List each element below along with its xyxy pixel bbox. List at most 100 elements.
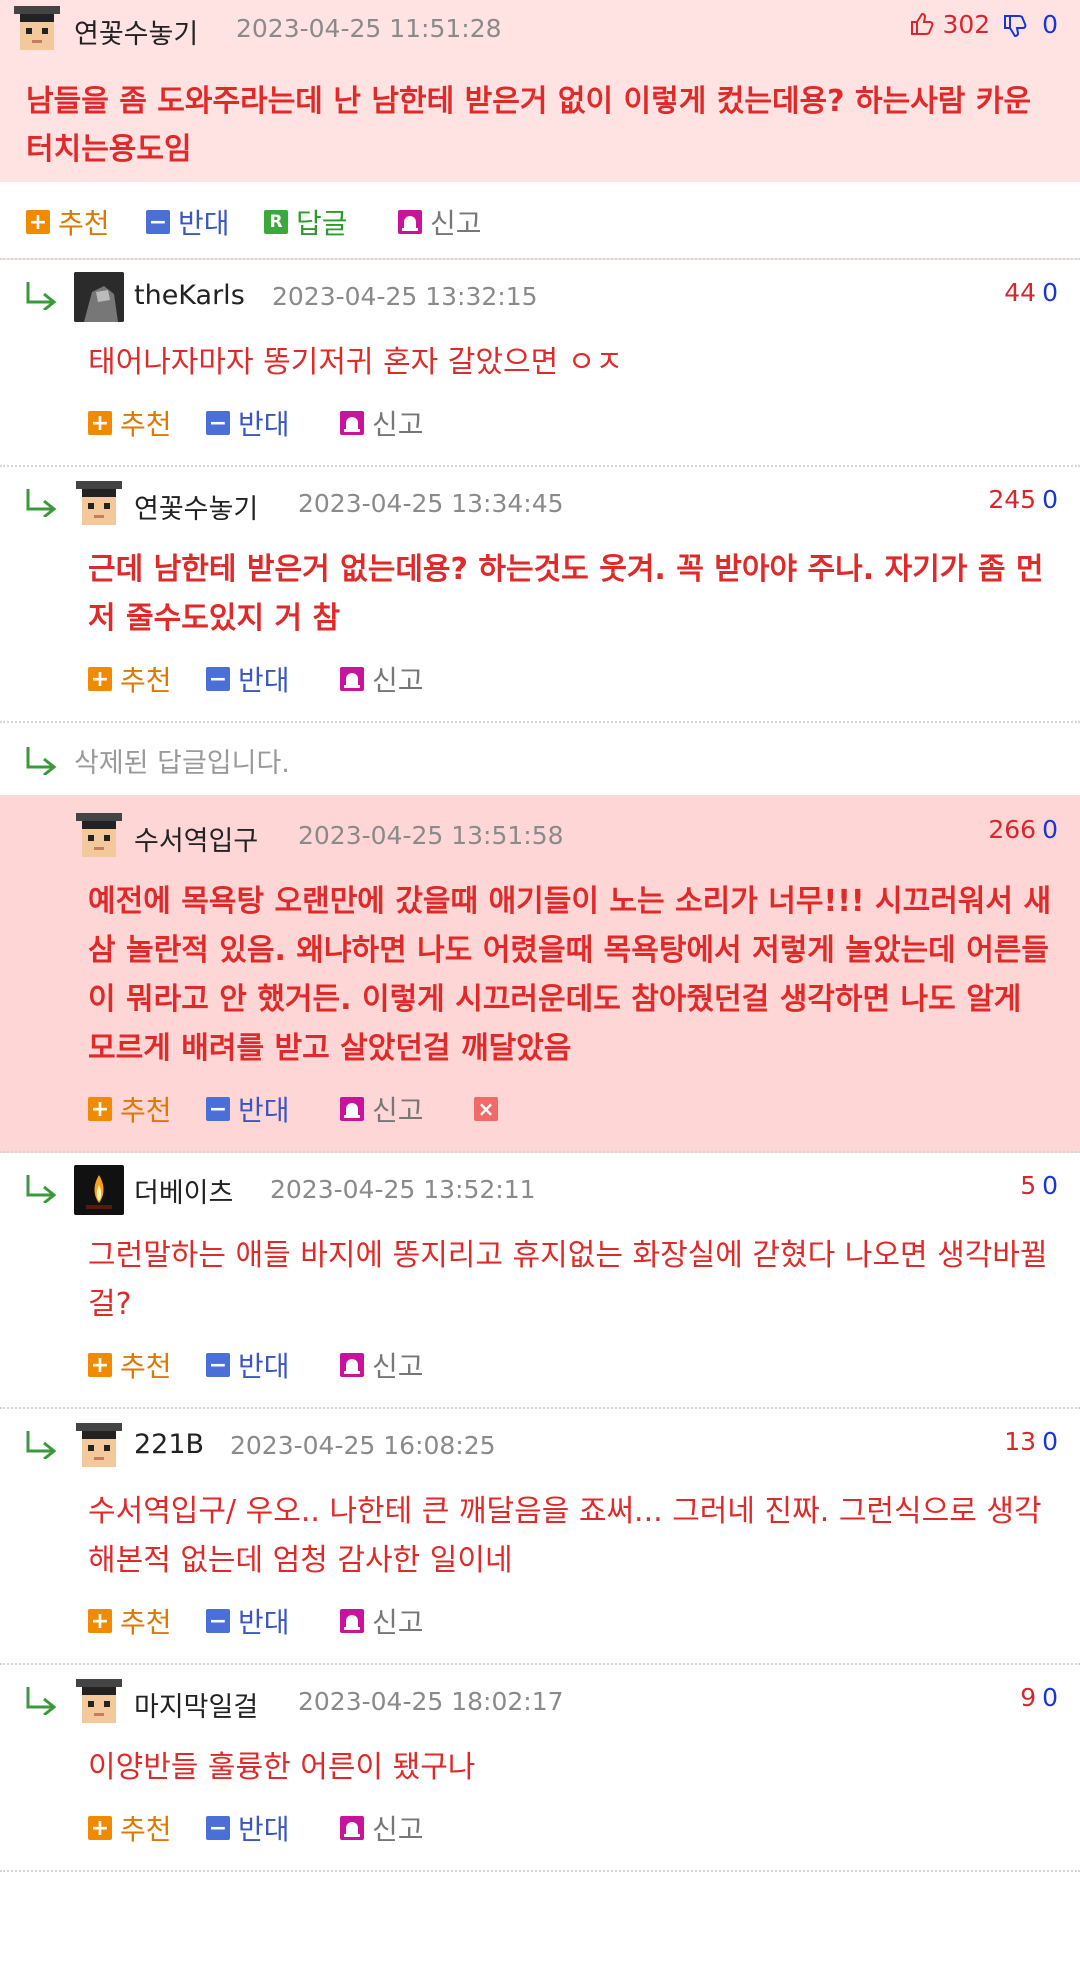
comment-text: 수서역입구/ 우오.. 나한테 큰 깨달음을 죠써... 그러네 진짜. 그런식…: [88, 1494, 1042, 1578]
recommend-button[interactable]: + 추천: [88, 659, 172, 699]
comment-date: 2023-04-25 16:08:25: [230, 1431, 496, 1460]
comment-date: 2023-04-25 13:52:11: [270, 1175, 536, 1204]
reply-button[interactable]: R 답글: [264, 202, 348, 242]
oppose-button[interactable]: − 반대: [206, 1601, 290, 1641]
post-text: 남들을 좀 도와주라는데 난 남한테 받은거 없이 이렇게 컸는데용? 하는사람…: [26, 84, 1032, 167]
comment-text: 그런말하는 애들 바지에 똥지리고 휴지없는 화장실에 갇혔다 나오면 생각바뀔…: [88, 1238, 1048, 1322]
deleted-comment: 삭제된 답글입니다.: [0, 723, 1080, 795]
vote-counts: 245 0: [988, 485, 1058, 514]
avatar[interactable]: [74, 479, 124, 529]
author-name[interactable]: 연꽃수놓기: [134, 487, 258, 526]
oppose-button[interactable]: − 반대: [206, 403, 290, 443]
minus-icon: −: [206, 1609, 230, 1634]
minus-icon: −: [206, 667, 230, 692]
report-button[interactable]: 신고: [340, 403, 424, 443]
report-button[interactable]: 신고: [340, 1808, 424, 1848]
siren-icon: [340, 1097, 364, 1121]
comment-date: 2023-04-25 13:32:15: [272, 282, 538, 311]
comment-text: 예전에 목욕탕 오랜만에 갔을때 애기들이 노는 소리가 너무!!! 시끄러워서…: [88, 884, 1052, 1066]
default-avatar-icon: [76, 1679, 122, 1723]
top-post: 연꽃수놓기 2023-04-25 11:51:28 302 0 남들을 좀 도와…: [0, 0, 1080, 260]
oppose-button[interactable]: − 반대: [206, 1089, 290, 1129]
avatar[interactable]: [12, 4, 62, 54]
plus-icon: +: [26, 210, 50, 235]
author-name[interactable]: 수서역입구: [134, 819, 258, 858]
down-count: 0: [1042, 278, 1058, 307]
vote-counts: 13 0: [1004, 1427, 1058, 1456]
oppose-button[interactable]: − 반대: [206, 1808, 290, 1848]
up-count: 9: [1020, 1683, 1037, 1712]
avatar[interactable]: [74, 1677, 124, 1727]
report-button[interactable]: 신고: [340, 659, 424, 699]
comment-item: 연꽃수놓기 2023-04-25 13:34:45 245 0 근데 남한테 받은…: [0, 467, 1080, 723]
plus-icon: +: [88, 1353, 112, 1378]
avatar[interactable]: [74, 1421, 124, 1471]
comment-item-highlighted: 수서역입구 2023-04-25 13:51:58 266 0 예전에 목욕탕 오…: [0, 795, 1080, 1153]
report-button[interactable]: 신고: [340, 1089, 424, 1129]
reply-arrow-icon: [26, 747, 57, 775]
up-count: 266: [988, 815, 1037, 844]
avatar[interactable]: [74, 811, 124, 861]
comment-item: theKarls 2023-04-25 13:32:15 44 0 태어나자마자 …: [0, 260, 1080, 467]
report-button[interactable]: 신고: [398, 202, 482, 242]
comment-item: 더베이츠 2023-04-25 13:52:11 50 그런말하는 애들 바지에…: [0, 1153, 1080, 1409]
plus-icon: +: [88, 411, 112, 436]
comment-date: 2023-04-25 13:51:58: [298, 821, 564, 850]
oppose-button[interactable]: − 반대: [206, 1345, 290, 1385]
vote-counts: 50: [1020, 1171, 1058, 1200]
delete-button[interactable]: ×: [474, 1089, 506, 1129]
recommend-button[interactable]: + 추천: [88, 1345, 172, 1385]
recommend-button[interactable]: + 추천: [88, 1808, 172, 1848]
reply-arrow-icon: [26, 1431, 57, 1459]
oppose-button[interactable]: − 반대: [146, 202, 230, 242]
author-name[interactable]: theKarls: [134, 280, 245, 311]
reply-arrow-icon: [26, 282, 57, 310]
siren-icon: [340, 411, 364, 435]
author-name[interactable]: 연꽃수놓기: [74, 12, 198, 51]
author-name[interactable]: 마지막일걸: [134, 1685, 258, 1724]
recommend-button[interactable]: + 추천: [88, 403, 172, 443]
reply-icon: R: [264, 210, 288, 234]
report-button[interactable]: 신고: [340, 1601, 424, 1641]
comment-text: 태어나자마자 똥기저귀 혼자 갈았으면 ㅇㅈ: [88, 345, 623, 380]
recommend-button[interactable]: + 추천: [88, 1089, 172, 1129]
siren-icon: [340, 1353, 364, 1377]
avatar[interactable]: [74, 1165, 124, 1215]
recommend-button[interactable]: + 추천: [26, 202, 110, 242]
report-button[interactable]: 신고: [340, 1345, 424, 1385]
siren-icon: [398, 210, 422, 234]
up-count: 302: [942, 10, 991, 39]
down-count: 0: [1042, 10, 1058, 39]
recommend-button[interactable]: + 추천: [88, 1601, 172, 1641]
post-date: 2023-04-25 11:51:28: [236, 14, 502, 43]
close-icon: ×: [474, 1097, 498, 1121]
vote-counts: 266 0: [988, 815, 1058, 844]
comment-date: 2023-04-25 18:02:17: [298, 1687, 564, 1716]
plus-icon: +: [88, 1097, 112, 1122]
reply-arrow-icon: [26, 1175, 57, 1203]
comment-item: 221B 2023-04-25 16:08:25 13 0 수서역입구/ 우오..…: [0, 1409, 1080, 1665]
comment-date: 2023-04-25 13:34:45: [298, 489, 564, 518]
comment-item: 마지막일걸 2023-04-25 18:02:17 90 이양반들 훌륭한 어른…: [0, 1665, 1080, 1872]
default-avatar-icon: [14, 6, 60, 50]
siren-icon: [340, 667, 364, 691]
down-count: 0: [1042, 1683, 1058, 1712]
thumbs-down-icon[interactable]: [1002, 13, 1028, 39]
author-name[interactable]: 더베이츠: [134, 1171, 233, 1210]
vote-counts: 90: [1020, 1683, 1058, 1712]
author-name[interactable]: 221B: [134, 1429, 204, 1460]
default-avatar-icon: [76, 813, 122, 857]
up-count: 13: [1004, 1427, 1037, 1456]
plus-icon: +: [88, 1816, 112, 1841]
deleted-text: 삭제된 답글입니다.: [74, 748, 290, 779]
up-count: 5: [1020, 1171, 1037, 1200]
minus-icon: −: [206, 1816, 230, 1841]
avatar[interactable]: [74, 272, 124, 322]
candle-avatar-icon: [74, 1165, 124, 1215]
thumbs-up-icon[interactable]: [909, 11, 935, 37]
vote-counts: 302 0: [909, 10, 1058, 39]
oppose-button[interactable]: − 반대: [206, 659, 290, 699]
minus-icon: −: [206, 1097, 230, 1122]
reply-arrow-icon: [26, 1687, 57, 1715]
minus-icon: −: [146, 210, 170, 235]
